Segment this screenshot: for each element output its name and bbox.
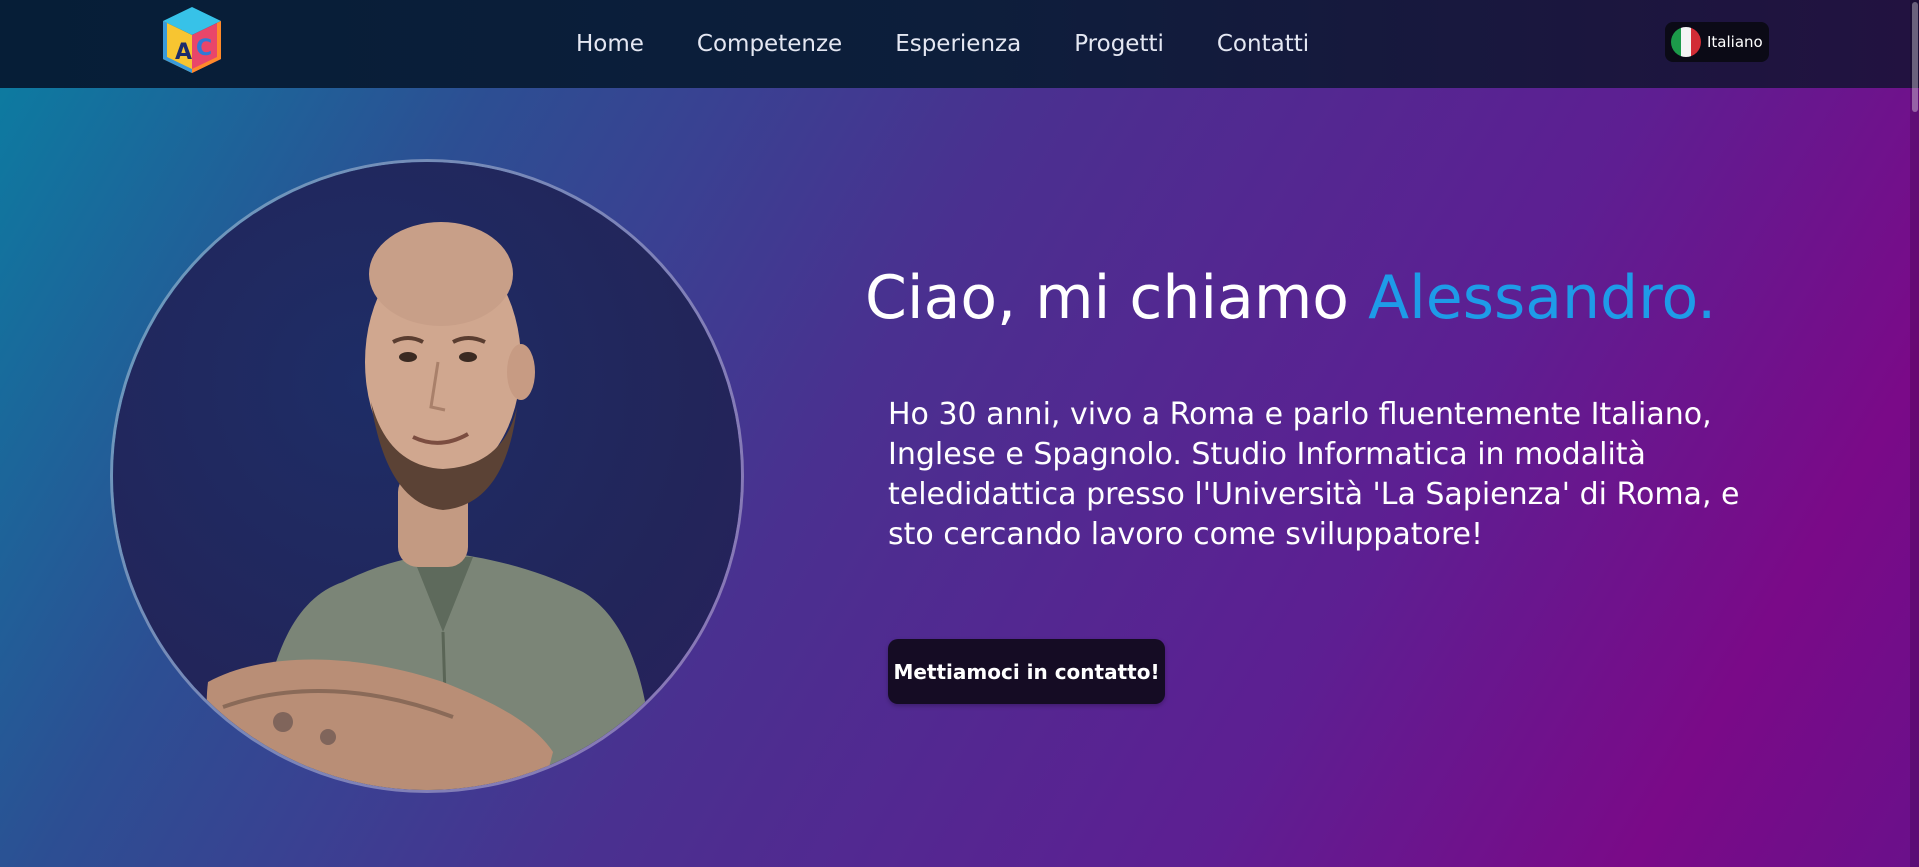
hero-headline: Ciao, mi chiamo Alessandro. [865, 258, 1716, 338]
page-scrollbar[interactable] [1910, 0, 1919, 867]
greeting-text: Ciao, mi chiamo [865, 263, 1369, 333]
letter-cube-logo-icon[interactable]: A C [155, 3, 229, 77]
hero-bio: Ho 30 anni, vivo a Roma e parlo fluentem… [888, 397, 1740, 552]
main-nav: Home Competenze Esperienza Progetti Cont… [576, 29, 1362, 59]
logo-letter-c: C [196, 36, 212, 61]
hero-name: Alessandro. [1368, 263, 1717, 333]
logo-letter-a: A [175, 40, 192, 65]
contact-cta-button[interactable]: Mettiamoci in contatto! [888, 639, 1165, 704]
nav-link-competenze[interactable]: Competenze [697, 29, 842, 59]
top-navbar: A C Home Competenze Esperienza Progetti … [0, 0, 1919, 88]
nav-link-progetti[interactable]: Progetti [1074, 29, 1164, 59]
italian-flag-icon [1671, 27, 1701, 57]
scrollbar-thumb[interactable] [1912, 2, 1918, 112]
nav-link-esperienza[interactable]: Esperienza [895, 29, 1021, 59]
language-label: Italiano [1707, 33, 1763, 51]
profile-photo [113, 162, 741, 790]
nav-link-home[interactable]: Home [576, 29, 644, 59]
language-selector[interactable]: Italiano [1665, 22, 1769, 62]
nav-link-contatti[interactable]: Contatti [1217, 29, 1309, 59]
